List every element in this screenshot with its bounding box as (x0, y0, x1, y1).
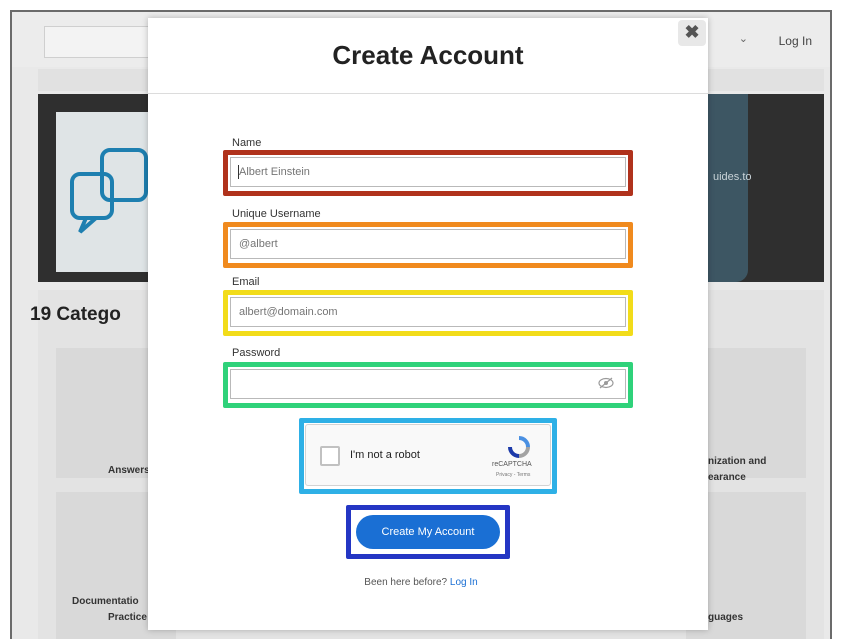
category-label: nization and (708, 456, 767, 467)
name-label: Name (232, 137, 262, 149)
header-login-link[interactable]: Log In (779, 34, 812, 48)
category-label: Practice (108, 612, 147, 623)
login-link[interactable]: Log In (450, 577, 478, 588)
password-label: Password (232, 347, 281, 359)
eye-hidden-icon[interactable] (598, 377, 614, 392)
site-search-box[interactable] (44, 26, 154, 58)
chevron-down-icon[interactable]: ⌄ (739, 32, 748, 45)
category-label: earance (708, 472, 746, 483)
hero-text: uides.to (713, 171, 752, 183)
email-label: Email (232, 276, 260, 288)
chat-bubbles-icon (70, 148, 148, 234)
modal-title: Create Account (332, 40, 524, 70)
password-field[interactable] (230, 369, 626, 399)
recaptcha-logo-icon (506, 435, 532, 464)
text-caret (238, 165, 239, 179)
recaptcha-brand: reCAPTCHA (492, 461, 532, 468)
category-label: Answers (108, 465, 150, 476)
name-field[interactable] (230, 157, 626, 187)
email-field[interactable] (230, 297, 626, 327)
category-label: guages (708, 612, 744, 623)
recaptcha-links[interactable]: Privacy - Terms (496, 472, 530, 478)
login-prompt: Been here before? Log In (0, 577, 842, 588)
create-account-button[interactable]: Create My Account (356, 515, 500, 549)
username-field[interactable] (230, 229, 626, 259)
recaptcha-label: I'm not a robot (350, 449, 420, 461)
recaptcha-checkbox[interactable] (320, 446, 340, 466)
recaptcha-widget: I'm not a robot reCAPTCHA Privacy - Term… (305, 424, 551, 486)
close-icon[interactable]: ✖ (678, 20, 706, 46)
modal-header: Create Account (148, 18, 708, 94)
category-label: Documentatio (72, 596, 139, 607)
login-prompt-text: Been here before? (364, 577, 448, 588)
categories-title: 19 Catego (30, 304, 121, 325)
username-label: Unique Username (232, 208, 321, 220)
